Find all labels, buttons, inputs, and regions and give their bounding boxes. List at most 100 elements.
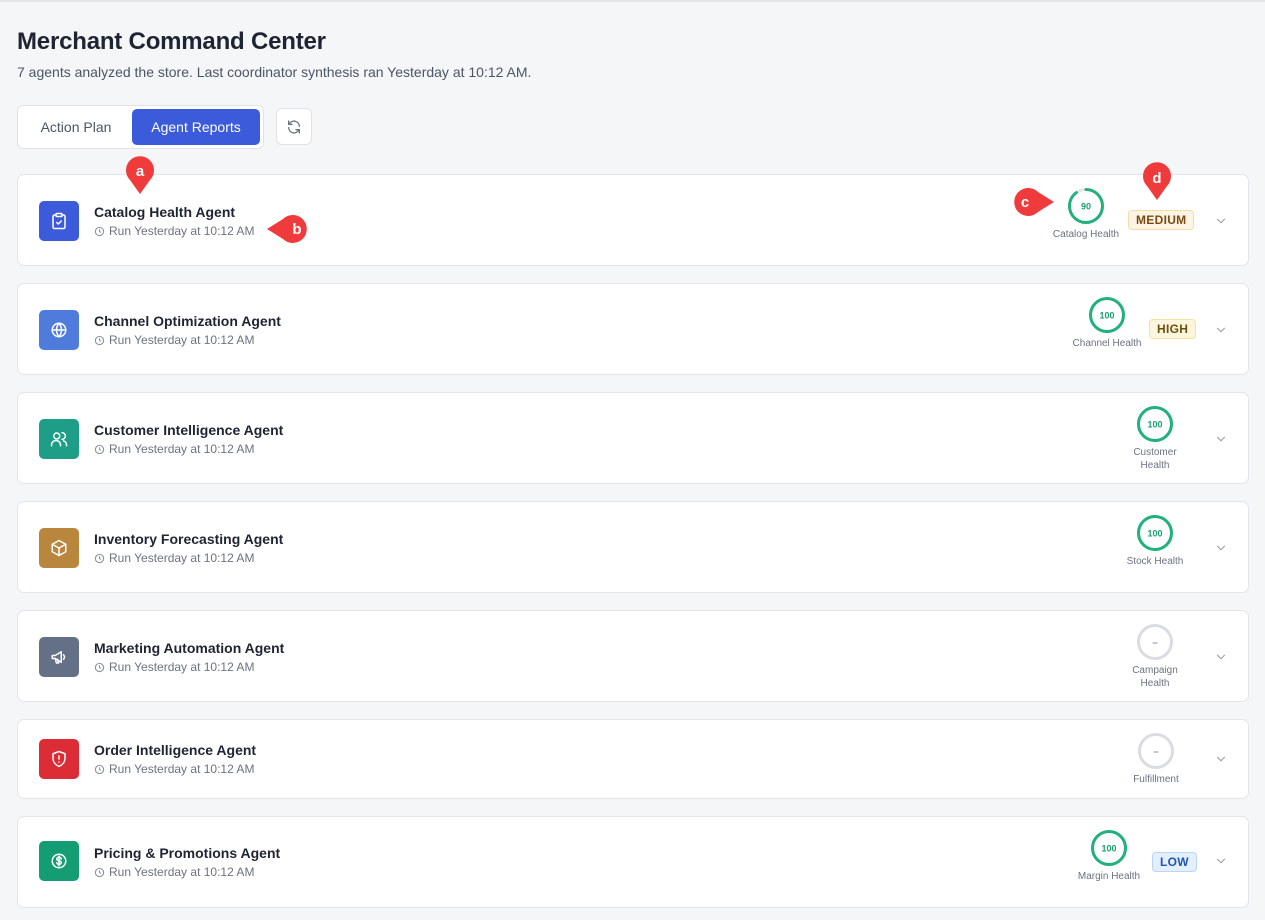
score-ring: 90: [1068, 188, 1104, 224]
clock-icon: [94, 764, 105, 774]
score-label: Fulfillment: [1133, 774, 1179, 785]
agent-run-time: Run Yesterday at 10:12 AM: [94, 660, 254, 674]
agent-name: Order Intelligence Agent: [94, 742, 257, 758]
annotation-letter: d: [1152, 170, 1161, 187]
score-ring: 100: [1091, 830, 1127, 866]
clock-icon: [94, 444, 105, 454]
annotation-marker-a: a: [126, 156, 154, 194]
priority-badge: HIGH: [1149, 319, 1197, 339]
health-score: 100 Margin Health: [1074, 829, 1144, 883]
clock-icon: [94, 335, 105, 345]
score-label: Customer Health: [1133, 447, 1177, 471]
agent-run-time: Run Yesterday at 10:12 AM: [94, 865, 254, 879]
chevron-down-icon[interactable]: [1214, 323, 1228, 337]
agent-run-time: Run Yesterday at 10:12 AM: [94, 333, 254, 347]
agent-run-time: Run Yesterday at 10:12 AM: [94, 551, 254, 565]
agent-icon-tile: [39, 528, 79, 568]
agent-name: Catalog Health Agent: [94, 204, 236, 220]
agent-name: Channel Optimization Agent: [94, 313, 281, 329]
score-ring: –: [1137, 624, 1173, 660]
score-ring: 100: [1089, 297, 1125, 333]
score-label: Margin Health: [1077, 871, 1141, 882]
score-label: Stock Health: [1126, 556, 1184, 567]
score-value: 100: [1099, 311, 1114, 321]
annotation-marker-d: d: [1143, 162, 1171, 200]
score-value: 90: [1081, 202, 1091, 212]
agent-icon-tile: [39, 310, 79, 350]
score-value: –: [1152, 638, 1158, 649]
score-ring: 100: [1137, 515, 1173, 551]
tab-agent-reports[interactable]: Agent Reports: [132, 109, 260, 145]
score-label: Catalog Health: [1052, 229, 1120, 240]
health-score: – Campaign Health: [1120, 623, 1190, 690]
box-icon: [51, 539, 67, 557]
chevron-down-icon[interactable]: [1214, 752, 1228, 766]
annotation-letter: b: [292, 221, 301, 238]
agent-icon-tile: [39, 419, 79, 459]
health-score: 100 Customer Health: [1120, 405, 1190, 472]
agent-run-time: Run Yesterday at 10:12 AM: [94, 442, 254, 456]
agent-icon-tile: [39, 637, 79, 677]
page-subtitle: 7 agents analyzed the store. Last coordi…: [17, 64, 532, 80]
view-tabs: Action Plan Agent Reports: [17, 105, 264, 149]
agent-card-customer[interactable]: Customer Intelligence Agent Run Yesterda…: [17, 392, 1249, 484]
health-score: – Fulfillment: [1121, 732, 1191, 786]
agent-icon-tile: [39, 739, 79, 779]
score-value: 100: [1101, 844, 1116, 854]
score-value: 100: [1147, 420, 1162, 430]
chevron-down-icon[interactable]: [1214, 541, 1228, 555]
tab-action-plan[interactable]: Action Plan: [22, 109, 130, 145]
agent-name: Pricing & Promotions Agent: [94, 845, 281, 861]
agent-run-time: Run Yesterday at 10:12 AM: [94, 762, 254, 776]
health-score: 100 Channel Health: [1072, 296, 1142, 350]
top-border: [0, 0, 1265, 2]
agent-run-time: Run Yesterday at 10:12 AM: [94, 224, 254, 238]
page-title: Merchant Command Center: [17, 28, 326, 55]
users-icon: [50, 431, 68, 447]
agent-name: Marketing Automation Agent: [94, 640, 285, 656]
clock-icon: [94, 662, 105, 672]
clipboard-check-icon: [52, 212, 66, 230]
agent-name: Inventory Forecasting Agent: [94, 531, 284, 547]
health-score: 100 Stock Health: [1120, 514, 1190, 568]
agent-card-inventory[interactable]: Inventory Forecasting Agent Run Yesterda…: [17, 501, 1249, 593]
score-value: 100: [1147, 529, 1162, 539]
score-label: Channel Health: [1072, 338, 1142, 349]
agent-name: Customer Intelligence Agent: [94, 422, 284, 438]
chevron-down-icon[interactable]: [1214, 650, 1228, 664]
globe-icon: [51, 322, 67, 338]
agent-icon-tile: [39, 201, 79, 241]
annotation-marker-c: c: [1014, 188, 1054, 216]
agent-run-text: Run Yesterday at 10:12 AM: [109, 442, 255, 456]
priority-badge: LOW: [1152, 852, 1197, 872]
agent-card-order[interactable]: Order Intelligence Agent Run Yesterday a…: [17, 719, 1249, 799]
agent-run-text: Run Yesterday at 10:12 AM: [109, 224, 255, 238]
refresh-icon: [288, 119, 300, 134]
megaphone-icon: [51, 651, 66, 664]
agent-run-text: Run Yesterday at 10:12 AM: [109, 333, 255, 347]
score-label: Campaign Health: [1132, 665, 1178, 689]
chevron-down-icon[interactable]: [1214, 854, 1228, 868]
priority-badge: MEDIUM: [1128, 210, 1195, 230]
score-value: –: [1153, 747, 1159, 758]
clock-icon: [94, 867, 105, 877]
agent-card-pricing[interactable]: Pricing & Promotions Agent Run Yesterday…: [17, 816, 1249, 908]
refresh-button[interactable]: [276, 108, 312, 145]
agent-icon-tile: [39, 841, 79, 881]
annotation-marker-b: b: [267, 215, 307, 243]
annotation-letter: a: [136, 163, 145, 180]
annotation-letter: c: [1021, 194, 1029, 211]
agent-card-channel[interactable]: Channel Optimization Agent Run Yesterday…: [17, 283, 1249, 375]
agent-run-text: Run Yesterday at 10:12 AM: [109, 865, 255, 879]
agent-card-catalog[interactable]: Catalog Health Agent Run Yesterday at 10…: [17, 174, 1249, 266]
health-score: 90 Catalog Health: [1051, 187, 1121, 241]
shield-alert-icon: [52, 750, 66, 768]
dollar-circle-icon: [51, 853, 67, 869]
score-ring: –: [1138, 733, 1174, 769]
agent-card-marketing[interactable]: Marketing Automation Agent Run Yesterday…: [17, 610, 1249, 702]
clock-icon: [94, 553, 105, 563]
chevron-down-icon[interactable]: [1214, 432, 1228, 446]
clock-icon: [94, 226, 105, 236]
chevron-down-icon[interactable]: [1214, 214, 1228, 228]
agent-run-text: Run Yesterday at 10:12 AM: [109, 660, 255, 674]
